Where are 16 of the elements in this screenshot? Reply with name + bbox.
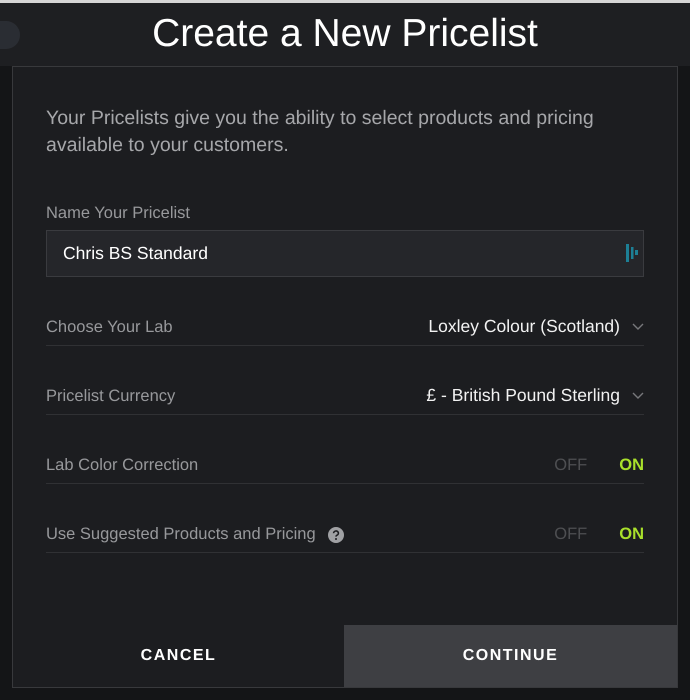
setting-label: Use Suggested Products and Pricing	[46, 525, 316, 544]
name-input-field[interactable]: Chris BS Standard	[46, 230, 644, 277]
on-option[interactable]: ON	[619, 456, 644, 475]
continue-button[interactable]: CONTINUE	[344, 625, 677, 687]
setting-label: Lab Color Correction	[46, 456, 198, 475]
on-option[interactable]: ON	[619, 525, 644, 544]
dialog-description: Your Pricelists give you the ability to select products and pricing available to your customers.	[46, 106, 595, 158]
help-icon[interactable]	[328, 526, 344, 542]
dropdown-select[interactable]: Loxley Colour (Scotland)	[428, 316, 644, 337]
chevron-down-icon	[632, 392, 644, 400]
password-manager-icon[interactable]	[626, 244, 638, 262]
setting-label: Choose Your Lab	[46, 318, 173, 337]
dropdown-select[interactable]: £ - British Pound Sterling	[426, 385, 644, 406]
chevron-down-icon	[632, 322, 644, 330]
setting-label: Pricelist Currency	[46, 387, 176, 406]
field-label: Name Your Pricelist	[46, 204, 191, 223]
